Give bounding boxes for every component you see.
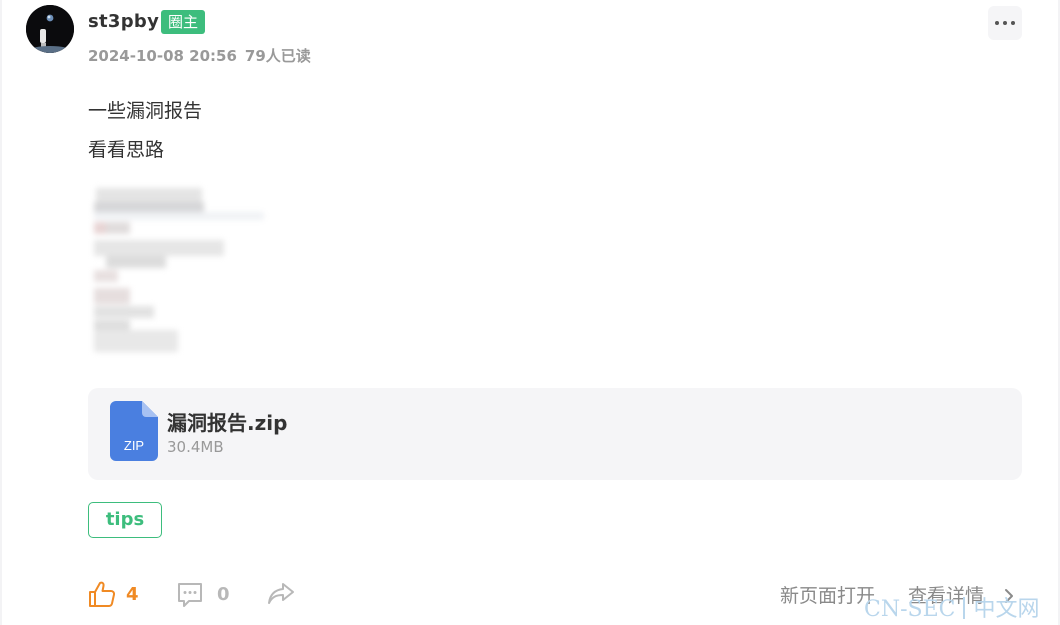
post-line-2: 看看思路 (88, 139, 165, 161)
attachment-card[interactable]: ZIP 漏洞报告.zip 30.4MB (88, 388, 1022, 480)
open-new-page-link[interactable]: 新页面打开 (780, 583, 875, 609)
read-count: 79人已读 (244, 47, 311, 65)
watermark: CN-SEC 中文网 (864, 596, 1040, 624)
post-date: 2024-10-08 20:56 (88, 47, 237, 65)
avatar[interactable] (26, 5, 74, 53)
thumbs-up-icon[interactable] (88, 580, 116, 608)
tag-tips[interactable]: tips (88, 502, 162, 538)
more-button[interactable] (988, 6, 1022, 40)
post-meta: 2024-10-08 20:56 79人已读 (88, 45, 311, 67)
watermark-right: 中文网 (973, 597, 1040, 622)
post-image-blurred[interactable] (82, 184, 264, 356)
post-card: st3pby 圈主 2024-10-08 20:56 79人已读 一些漏洞报告 看… (2, 0, 1058, 625)
zip-icon-label: ZIP (124, 438, 144, 453)
comment-icon[interactable] (176, 581, 204, 609)
share-icon[interactable] (266, 581, 296, 607)
owner-badge: 圈主 (161, 10, 206, 34)
attachment-size: 30.4MB (167, 438, 224, 456)
attachment-name[interactable]: 漏洞报告.zip (167, 410, 287, 436)
like-count: 4 (126, 584, 139, 605)
zip-file-icon: ZIP (110, 401, 158, 461)
comment-count: 0 (217, 584, 230, 605)
more-icon (995, 21, 999, 25)
post-line-1: 一些漏洞报告 (88, 100, 203, 122)
author-name[interactable]: st3pby (88, 10, 159, 34)
watermark-left: CN-SEC (864, 597, 956, 622)
